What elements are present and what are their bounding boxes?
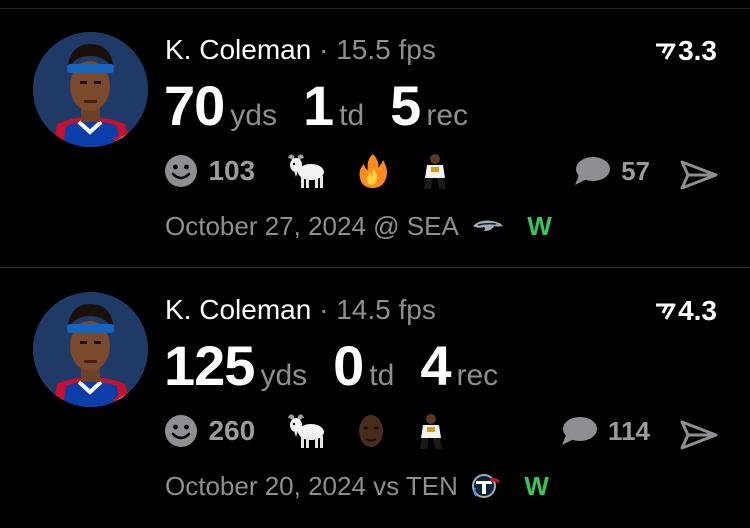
game-result: W <box>524 471 549 502</box>
reaction-bar: 260 <box>164 412 471 452</box>
game-info[interactable]: October 20, 2024 vs TEN W <box>165 468 549 502</box>
header-separator: · <box>319 294 329 325</box>
post-header: K. Coleman · 15.5 fps <box>165 32 436 68</box>
trend-value: 4.3 <box>678 295 717 326</box>
player-name[interactable]: K. Coleman <box>165 294 311 325</box>
stat-line: 125 yds 0 td 4 rec <box>164 336 524 411</box>
stat-td-unit: td <box>339 99 365 132</box>
stat-rec-unit: rec <box>456 359 499 392</box>
header-separator: · <box>319 34 329 65</box>
stat-td-unit: td <box>369 359 395 392</box>
comment-bubble-icon <box>574 157 610 185</box>
titans-logo-icon <box>472 474 501 499</box>
fps-score: 14.5 fps <box>336 294 436 325</box>
post-header: K. Coleman · 14.5 fps <box>165 292 436 328</box>
trend-down-icon <box>656 303 676 320</box>
trend-score: 4.3 <box>654 294 717 328</box>
trend-score: 3.3 <box>654 34 717 68</box>
stat-yards-unit: yds <box>260 359 308 392</box>
reaction-bar: 103 <box>164 152 475 192</box>
post-divider <box>0 267 750 268</box>
game-info[interactable]: October 27, 2024 @ SEA W <box>165 208 552 242</box>
stat-yards-unit: yds <box>230 99 277 132</box>
comment-button[interactable]: 57 <box>573 155 650 187</box>
matchup: vs TEN <box>373 471 458 502</box>
game-result: W <box>527 211 552 242</box>
player-sticker-icon[interactable] <box>417 412 445 450</box>
stat-yards-value: 70 <box>164 74 225 137</box>
goat-icon[interactable] <box>286 412 326 450</box>
trend-value: 3.3 <box>678 35 717 66</box>
game-date: October 27, 2024 <box>165 211 366 242</box>
game-date: October 20, 2024 <box>165 471 366 502</box>
matchup: @ SEA <box>373 211 459 242</box>
reaction-count[interactable]: 103 <box>208 155 255 187</box>
goat-icon[interactable] <box>286 152 326 190</box>
share-icon[interactable] <box>680 420 718 450</box>
post-card[interactable]: K. Coleman · 14.5 fps 4.3 125 yds 0 td 4 rec … <box>0 270 750 528</box>
player-name[interactable]: K. Coleman <box>165 34 311 65</box>
seahawks-logo-icon <box>473 220 504 232</box>
fps-score: 15.5 fps <box>336 34 436 65</box>
face-sticker-icon[interactable] <box>356 412 386 450</box>
stat-line: 70 yds 1 td 5 rec <box>164 76 494 151</box>
stat-yards-value: 125 <box>164 334 255 397</box>
player-avatar[interactable] <box>33 32 148 147</box>
post-card[interactable]: K. Coleman · 15.5 fps 3.3 70 yds 1 td 5 rec 1… <box>0 10 750 268</box>
stat-td-value: 0 <box>333 334 364 397</box>
smiley-icon[interactable] <box>164 414 198 448</box>
comment-button[interactable]: 114 <box>560 415 650 447</box>
stat-td-value: 1 <box>302 74 334 137</box>
top-divider <box>0 8 750 9</box>
stat-rec-unit: rec <box>426 99 469 132</box>
fire-icon[interactable] <box>356 152 390 190</box>
smiley-icon[interactable] <box>164 154 198 188</box>
reaction-count[interactable]: 260 <box>208 415 255 447</box>
player-sticker-icon[interactable] <box>421 152 449 190</box>
comment-count: 114 <box>608 415 650 446</box>
stat-rec-value: 5 <box>390 74 421 137</box>
player-avatar[interactable] <box>33 292 148 407</box>
stat-rec-value: 4 <box>420 334 451 397</box>
trend-down-icon <box>656 43 676 60</box>
comment-bubble-icon <box>561 417 597 445</box>
comment-count: 57 <box>621 155 650 186</box>
share-icon[interactable] <box>680 160 718 190</box>
